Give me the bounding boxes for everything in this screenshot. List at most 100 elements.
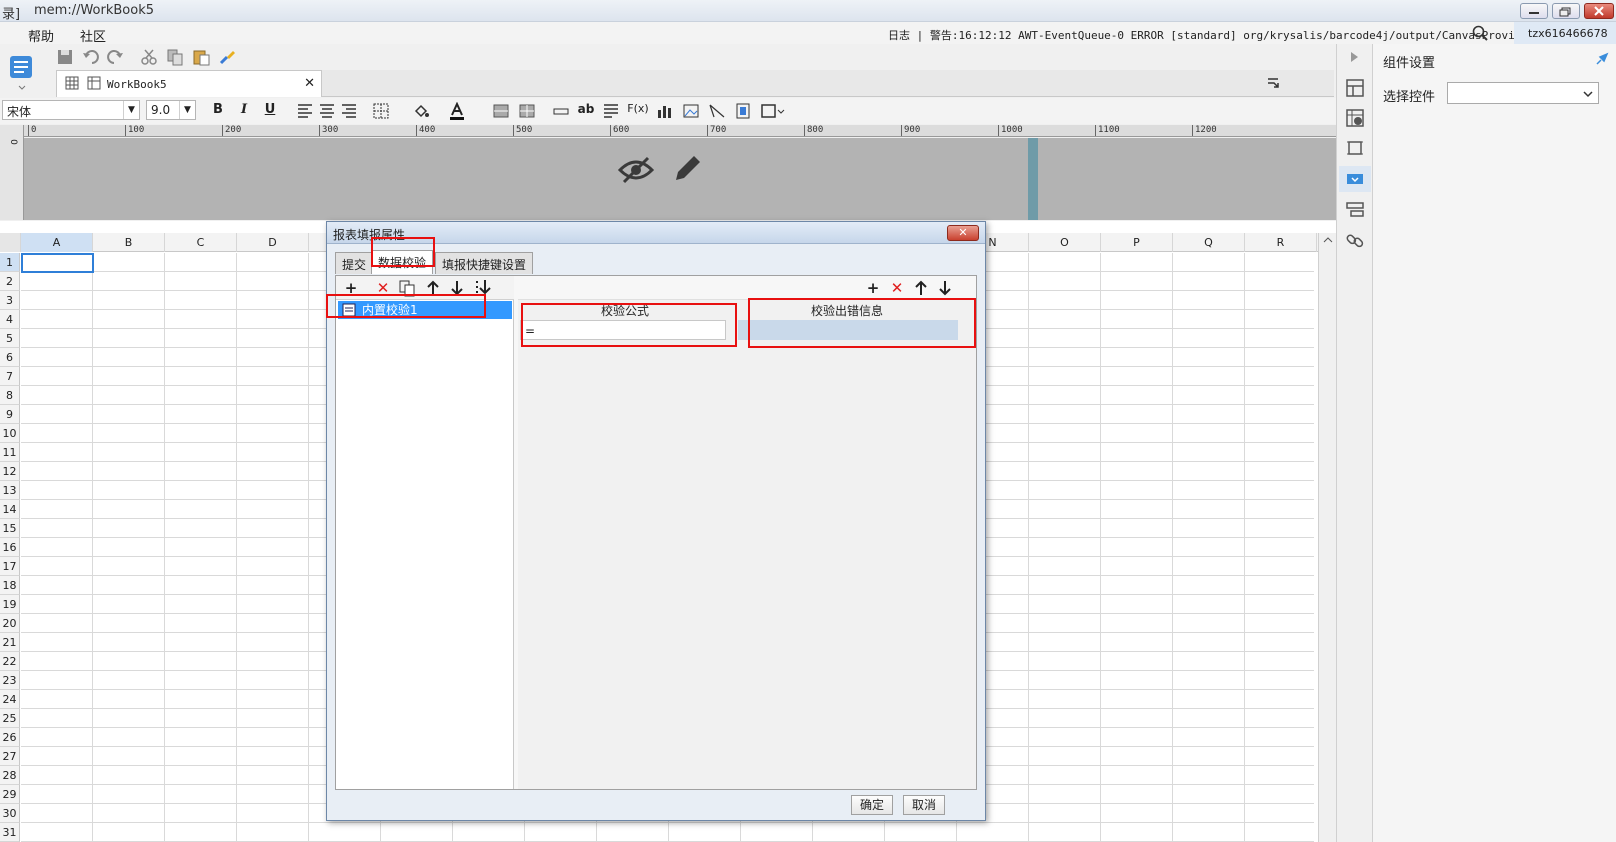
cut-icon[interactable] <box>140 48 158 66</box>
log-message[interactable]: 日志 | 警告:16:12:12 AWT-EventQueue-0 ERROR … <box>888 27 1535 43</box>
column-header[interactable]: C <box>165 233 237 252</box>
row-header[interactable]: 3 <box>0 291 20 310</box>
unmerge-cells-icon[interactable] <box>518 102 536 120</box>
expand-arrow-icon[interactable] <box>1347 50 1361 64</box>
copy-icon[interactable] <box>166 48 184 66</box>
row-header[interactable]: 12 <box>0 462 20 481</box>
insert-slash-icon[interactable] <box>708 102 726 120</box>
font-size-select[interactable]: 9.0 ▼ <box>146 100 196 120</box>
float-element-icon[interactable] <box>1345 138 1365 158</box>
hide-eye-icon[interactable] <box>618 154 654 186</box>
row-header[interactable]: 13 <box>0 481 20 500</box>
underline-button[interactable]: U <box>262 102 278 117</box>
insert-rich-text-icon[interactable] <box>602 102 620 120</box>
insert-field-icon[interactable] <box>552 102 570 120</box>
bold-button[interactable]: B <box>210 102 226 117</box>
cancel-button[interactable]: 取消 <box>903 795 945 815</box>
pin-icon[interactable] <box>1595 52 1609 66</box>
undo-icon[interactable] <box>82 48 100 66</box>
row-header[interactable]: 31 <box>0 823 20 842</box>
row-down-icon[interactable] <box>936 279 954 297</box>
close-tab-icon[interactable]: ✕ <box>304 76 315 91</box>
row-header[interactable]: 15 <box>0 519 20 538</box>
row-header[interactable]: 4 <box>0 310 20 329</box>
merge-cells-icon[interactable] <box>492 102 510 120</box>
column-header[interactable]: B <box>93 233 165 252</box>
row-header[interactable]: 20 <box>0 614 20 633</box>
search-icon[interactable] <box>1472 25 1488 41</box>
edit-pencil-icon[interactable] <box>672 152 704 184</box>
column-header[interactable]: O <box>1029 233 1101 252</box>
fill-color-icon[interactable] <box>412 102 430 120</box>
cell-attributes-icon[interactable] <box>1345 78 1365 98</box>
row-up-icon[interactable] <box>912 279 930 297</box>
row-header[interactable]: 24 <box>0 690 20 709</box>
column-header[interactable]: D <box>237 233 309 252</box>
row-header[interactable]: 29 <box>0 785 20 804</box>
dialog-close-button[interactable]: ✕ <box>947 225 979 241</box>
font-color-icon[interactable] <box>448 102 466 120</box>
insert-chart-icon[interactable] <box>656 102 674 120</box>
menu-help[interactable]: 帮助 <box>28 26 54 45</box>
sub-report-icon[interactable] <box>734 102 752 120</box>
save-icon[interactable] <box>56 48 74 66</box>
insert-formula-button[interactable]: F(x) <box>626 102 650 115</box>
row-header[interactable]: 17 <box>0 557 20 576</box>
row-header[interactable]: 22 <box>0 652 20 671</box>
hyperlink-icon[interactable] <box>1345 230 1365 250</box>
workbook-tab[interactable]: WorkBook5 ✕ <box>56 70 322 97</box>
cell-info-icon[interactable] <box>1345 108 1365 128</box>
row-header[interactable]: 28 <box>0 766 20 785</box>
collapse-toolbar-icon[interactable] <box>1266 76 1280 90</box>
row-header[interactable]: 25 <box>0 709 20 728</box>
row-header[interactable]: 26 <box>0 728 20 747</box>
add-row-icon[interactable]: + <box>864 279 882 297</box>
cell-element-icon[interactable] <box>760 102 786 120</box>
align-right-icon[interactable] <box>340 102 358 120</box>
row-header[interactable]: 21 <box>0 633 20 652</box>
column-header[interactable]: R <box>1245 233 1317 252</box>
align-center-icon[interactable] <box>318 102 336 120</box>
row-header[interactable]: 18 <box>0 576 20 595</box>
row-header[interactable]: 5 <box>0 329 20 348</box>
italic-button[interactable]: I <box>236 102 252 117</box>
row-header[interactable]: 9 <box>0 405 20 424</box>
insert-text-button[interactable]: ab <box>576 102 596 116</box>
parameter-pane-width-marker[interactable] <box>1028 138 1038 220</box>
delete-row-icon[interactable]: ✕ <box>888 279 906 297</box>
paste-icon[interactable] <box>192 48 210 66</box>
selected-cell[interactable] <box>21 253 94 273</box>
scroll-up-icon[interactable] <box>1319 233 1337 247</box>
row-header[interactable]: 19 <box>0 595 20 614</box>
user-account[interactable]: tzx616466678 <box>1514 22 1616 44</box>
row-header[interactable]: 14 <box>0 500 20 519</box>
select-widget-dropdown[interactable] <box>1447 82 1599 104</box>
row-header[interactable]: 30 <box>0 804 20 823</box>
format-painter-icon[interactable] <box>218 48 236 66</box>
minimize-button[interactable] <box>1520 3 1548 19</box>
row-header[interactable]: 8 <box>0 386 20 405</box>
row-header[interactable]: 6 <box>0 348 20 367</box>
row-header[interactable]: 23 <box>0 671 20 690</box>
condition-attributes-icon[interactable] <box>1345 200 1365 220</box>
tab-shortcut-settings[interactable]: 填报快捷键设置 <box>435 252 534 274</box>
row-header[interactable]: 27 <box>0 747 20 766</box>
row-header[interactable]: 7 <box>0 367 20 386</box>
row-header[interactable]: 10 <box>0 424 20 443</box>
align-left-icon[interactable] <box>296 102 314 120</box>
row-header[interactable]: 11 <box>0 443 20 462</box>
insert-image-icon[interactable] <box>682 102 700 120</box>
tab-submit[interactable]: 提交 <box>335 252 374 274</box>
column-header[interactable]: A <box>21 233 93 252</box>
redo-icon[interactable] <box>106 48 124 66</box>
restore-button[interactable] <box>1552 3 1580 19</box>
row-header[interactable]: 2 <box>0 272 20 291</box>
widget-settings-tab[interactable] <box>1339 166 1371 192</box>
menu-community[interactable]: 社区 <box>80 26 106 45</box>
close-window-button[interactable] <box>1584 3 1614 19</box>
row-header[interactable]: 1 <box>0 253 20 272</box>
ok-button[interactable]: 确定 <box>851 795 893 815</box>
column-header[interactable]: Q <box>1173 233 1245 252</box>
vertical-scrollbar[interactable] <box>1318 233 1336 842</box>
select-all-corner[interactable] <box>0 233 21 252</box>
